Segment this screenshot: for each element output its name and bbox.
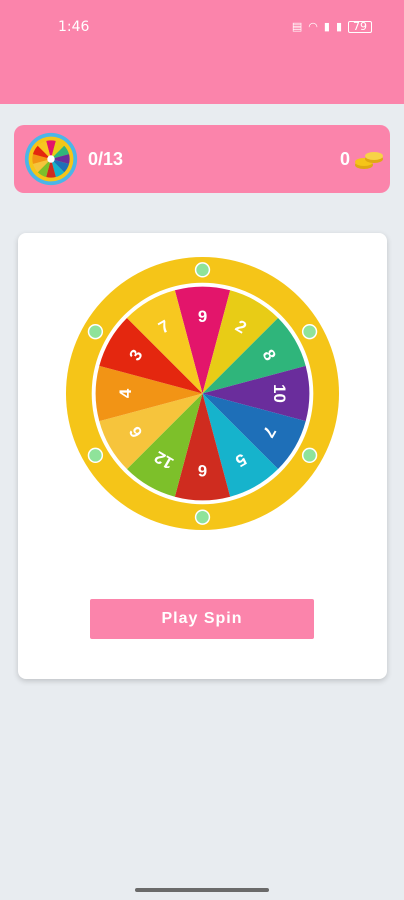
wheel-stud	[301, 324, 318, 340]
segment-label: 4	[116, 388, 135, 398]
segment-label: 9	[198, 307, 207, 326]
navigation-bar	[0, 868, 404, 900]
progress-header: 0/13 0	[14, 125, 390, 193]
wheel-stud	[194, 509, 211, 525]
status-time: 1:46	[58, 19, 90, 35]
segment-label: 10	[270, 384, 289, 403]
volte-icon: ▤	[291, 20, 303, 33]
wheel-stud	[87, 324, 104, 340]
wheel-stud	[194, 262, 211, 278]
segment-label: 6	[198, 461, 207, 480]
prize-wheel[interactable]: 9 2810756126437	[64, 255, 341, 532]
play-spin-button[interactable]: Play Spin	[90, 599, 314, 639]
spin-progress: 0/13	[88, 149, 124, 169]
spin-card: 9 2 8 10 7 5 6 12 6 4 3 7 Play Spin	[18, 233, 387, 679]
status-bar: 1:46 ▤ ◠ ▮ ▮ 79	[0, 0, 404, 104]
spin-wheel-icon	[24, 132, 78, 186]
wheel-stud	[87, 447, 104, 463]
home-handle[interactable]	[135, 888, 269, 892]
signal-icon: ▮	[323, 20, 330, 33]
wifi-icon: ◠	[308, 20, 318, 33]
battery-icon: 79	[348, 20, 372, 33]
coin-count: 0	[339, 149, 350, 169]
status-icons: ▤ ◠ ▮ ▮ 79	[292, 20, 372, 33]
coins-icon	[355, 152, 383, 169]
signal-icon-2: ▮	[335, 20, 342, 33]
wheel-stud	[301, 447, 318, 463]
battery-level: 79	[353, 20, 367, 33]
